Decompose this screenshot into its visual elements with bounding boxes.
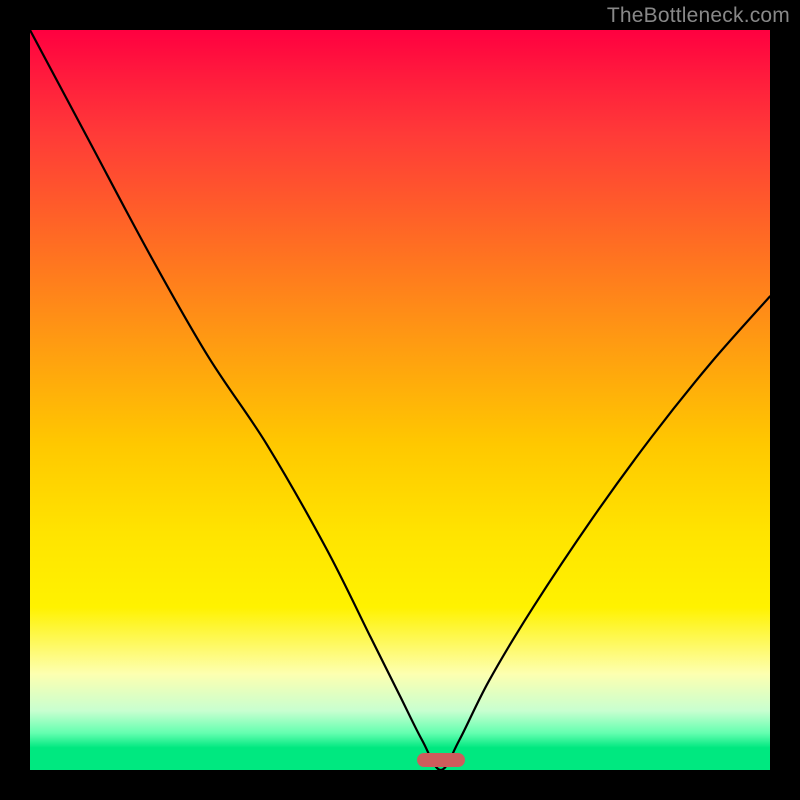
curve-path — [30, 30, 770, 770]
watermark-text: TheBottleneck.com — [607, 4, 790, 28]
chart-frame: TheBottleneck.com — [0, 0, 800, 800]
bottleneck-curve — [30, 30, 770, 770]
optimum-marker — [417, 753, 465, 767]
